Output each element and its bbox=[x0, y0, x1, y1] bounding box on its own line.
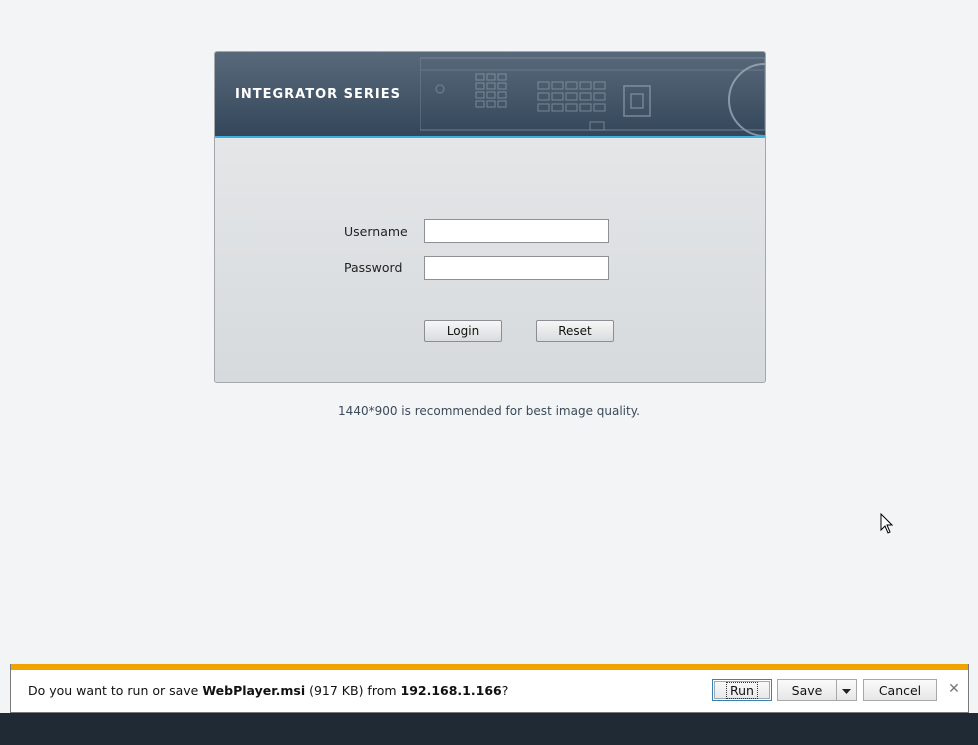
save-options-dropdown[interactable] bbox=[836, 679, 857, 701]
download-notification-bar: Do you want to run or save WebPlayer.msi… bbox=[10, 664, 969, 713]
download-host: 192.168.1.166 bbox=[400, 683, 502, 698]
download-bar-accent bbox=[11, 664, 968, 670]
device-illustration bbox=[420, 57, 765, 136]
login-panel: INTEGRATOR SERIES Username Password Logi bbox=[214, 51, 766, 383]
download-file-name: WebPlayer.msi bbox=[202, 683, 306, 698]
cancel-button[interactable]: Cancel bbox=[863, 679, 937, 701]
password-label: Password bbox=[344, 260, 403, 275]
download-message: Do you want to run or save WebPlayer.msi… bbox=[28, 683, 508, 698]
download-message-suffix: ? bbox=[501, 683, 509, 698]
taskbar bbox=[0, 713, 978, 745]
save-button[interactable]: Save bbox=[777, 679, 837, 701]
banner: INTEGRATOR SERIES bbox=[215, 52, 765, 138]
download-message-prefix: Do you want to run or save bbox=[28, 683, 203, 698]
close-icon[interactable]: ✕ bbox=[947, 681, 961, 697]
username-label: Username bbox=[344, 224, 408, 239]
banner-title: INTEGRATOR SERIES bbox=[235, 87, 401, 102]
reset-button[interactable]: Reset bbox=[536, 320, 614, 342]
resolution-recommendation: 1440*900 is recommended for best image q… bbox=[338, 404, 640, 418]
username-input[interactable] bbox=[424, 219, 609, 243]
run-button-label: Run bbox=[726, 682, 758, 699]
password-input[interactable] bbox=[424, 256, 609, 280]
chevron-down-icon bbox=[842, 688, 851, 694]
run-button[interactable]: Run bbox=[712, 679, 772, 701]
mouse-cursor-icon bbox=[880, 513, 894, 534]
login-button[interactable]: Login bbox=[424, 320, 502, 342]
download-file-size: (917 KB) from bbox=[305, 683, 401, 698]
